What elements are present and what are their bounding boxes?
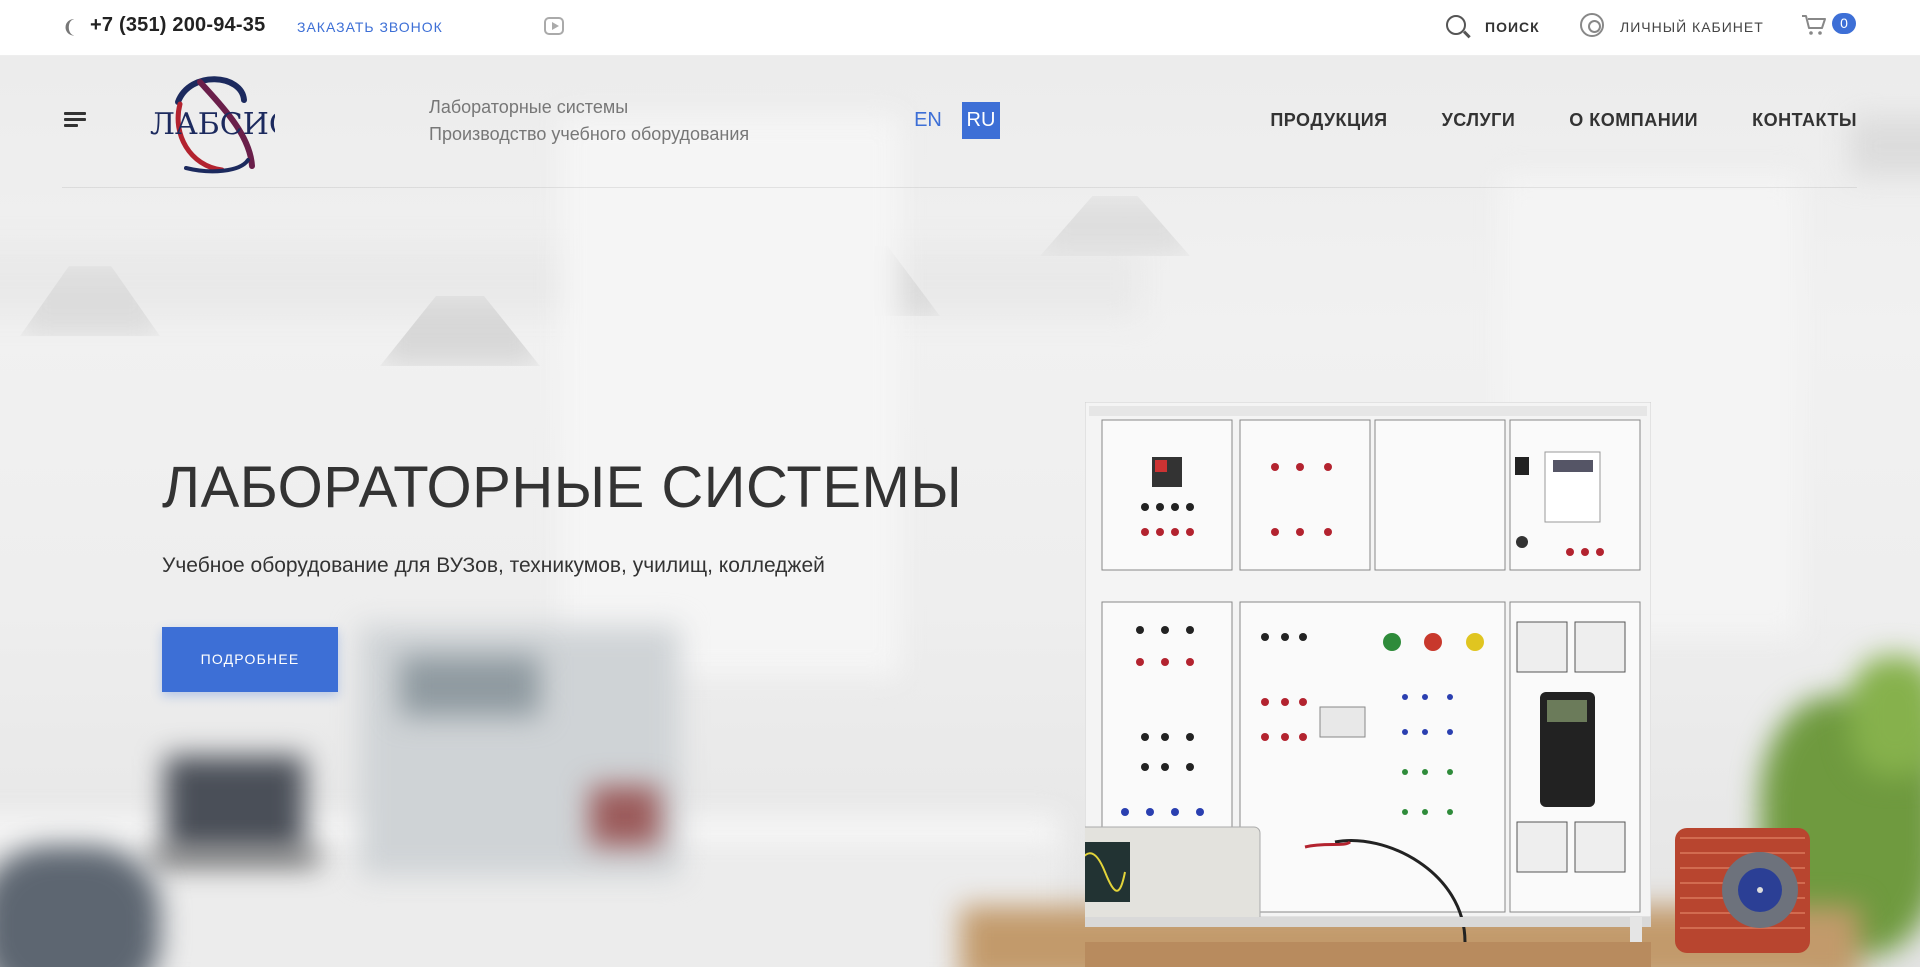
hero-banner: ЛАБСИС Лабораторные системы Производство… — [0, 56, 1920, 967]
search-icon[interactable] — [1446, 15, 1466, 35]
site-header: ЛАБСИС Лабораторные системы Производство… — [62, 56, 1857, 188]
account-link[interactable]: ЛИЧНЫЙ КАБИНЕТ — [1620, 19, 1764, 35]
tagline-line-2: Производство учебного оборудования — [429, 124, 750, 144]
motor-image — [1675, 828, 1810, 953]
nav-products[interactable]: ПРОДУКЦИЯ — [1270, 110, 1387, 131]
cart-count-badge[interactable]: 0 — [1832, 13, 1856, 34]
cart-icon[interactable] — [1801, 14, 1827, 36]
nav-about[interactable]: О КОМПАНИИ — [1569, 110, 1698, 131]
phone-number[interactable]: +7 (351) 200-94-35 — [90, 14, 265, 37]
company-tagline: Лабораторные системы Производство учебно… — [429, 94, 749, 148]
tagline-line-1: Лабораторные системы — [429, 97, 629, 117]
hero-title: ЛАБОРАТОРНЫЕ СИСТЕМЫ — [162, 455, 963, 520]
phone-icon: ❨ — [62, 17, 78, 37]
main-nav: ПРОДУКЦИЯ УСЛУГИ О КОМПАНИИ КОНТАКТЫ — [1270, 110, 1857, 131]
nav-services[interactable]: УСЛУГИ — [1442, 110, 1516, 131]
lab-stand-image — [1085, 402, 1651, 967]
lang-ru-button[interactable]: RU — [962, 102, 1000, 139]
more-button[interactable]: ПОДРОБНЕЕ — [162, 627, 338, 692]
top-bar: ❨ +7 (351) 200-94-35 ЗАКАЗАТЬ ЗВОНОК ПОИ… — [0, 0, 1920, 56]
youtube-icon[interactable] — [544, 17, 564, 35]
user-icon[interactable] — [1580, 13, 1604, 37]
order-call-link[interactable]: ЗАКАЗАТЬ ЗВОНОК — [297, 19, 443, 35]
lang-en-button[interactable]: EN — [910, 102, 946, 139]
hero-subtitle: Учебное оборудование для ВУЗов, техникум… — [162, 554, 825, 577]
menu-icon[interactable] — [64, 112, 86, 128]
nav-contacts[interactable]: КОНТАКТЫ — [1752, 110, 1857, 131]
search-link[interactable]: ПОИСК — [1485, 19, 1540, 35]
company-logo[interactable]: ЛАБСИС — [150, 74, 292, 174]
svg-text:ЛАБСИС: ЛАБСИС — [150, 107, 275, 142]
